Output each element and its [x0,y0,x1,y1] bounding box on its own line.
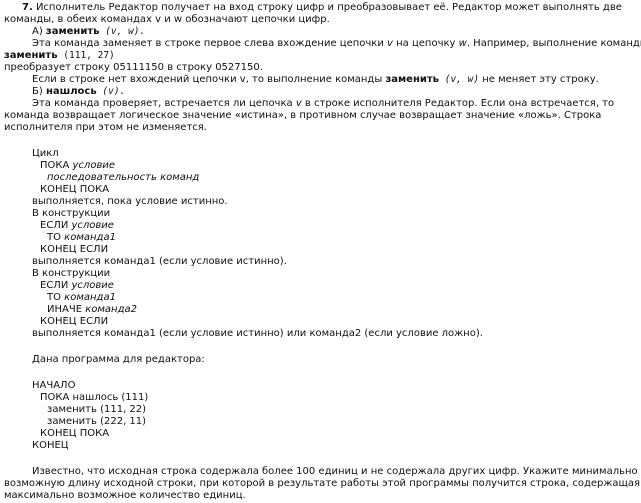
else-command: команда2 [85,304,137,315]
then-command: команда1 [64,232,116,243]
loop-construct-title: Цикл [32,148,59,159]
command-b-description-2: команда возвращает логическое значение «… [4,110,602,121]
loop-while-condition: условие [72,160,115,171]
program-line-while: ПОКА нашлось (111) [40,392,149,403]
command-a-desc-part: на цепочку [392,38,459,49]
problem-number: 7. [22,2,33,13]
document-page: 7. Исполнитель Редактор получает на вход… [0,0,641,503]
program-intro: Дана программа для редактора: [32,354,205,365]
command-a-example-result: преобразует строку 05111150 в строку 052… [4,62,263,73]
command-a-note-part: не меняет эту строку. [479,74,599,85]
command-b-desc-part: Эта команда проверяет, встречается ли це… [32,98,296,109]
command-a-name: заменить [45,26,100,37]
program-line-start: НАЧАЛО [32,380,76,391]
command-a-example-args: (111, 27) [57,50,115,61]
if-else-explanation: выполняется команда1 (если условие истин… [32,328,483,339]
if-else-if-keyword: ЕСЛИ [40,280,72,291]
if-condition: условие [71,220,114,231]
if-else-end-line: КОНЕЦ ЕСЛИ [40,316,109,327]
command-a-example-name: заменить [4,50,58,61]
command-a-heading: А) заменить (v, w). [32,26,145,38]
command-a-note: Если в строке нет вхождений цепочки v, т… [32,74,599,86]
program-line-end-while: КОНЕЦ ПОКА [40,428,110,439]
command-b-heading: Б) нашлось (v). [32,86,125,98]
else-line: ИНАЧЕ команда2 [47,304,137,316]
command-a-note-part: Если в строке нет вхождений цепочки v, т… [32,74,386,85]
problem-intro-text-1: Исполнитель Редактор получает на вход ст… [32,2,622,13]
question-line-3: максимально возможное количество единиц. [4,490,246,501]
if-else-then-command: команда1 [64,292,116,303]
command-a-note-name: заменить [385,74,439,85]
command-b-desc-part: в строке исполнителя Редактор. Если она … [301,98,615,109]
else-keyword: ИНАЧЕ [47,304,86,315]
if-construct-title: В конструкции [32,208,111,219]
command-b-description-3: исполнителя при этом не изменяется. [4,122,207,133]
if-end-line: КОНЕЦ ЕСЛИ [40,244,109,255]
then-line: ТО команда1 [47,232,116,244]
loop-while-keyword: ПОКА [40,160,73,171]
if-explanation: выполняется команда1 (если условие истин… [32,256,287,267]
question-line-2: возможную длину исходной строки, при кот… [4,478,641,489]
program-line-replace-1: заменить (111, 22) [47,404,147,415]
command-a-desc-w: w [458,38,467,49]
if-else-then-keyword: ТО [47,292,65,303]
command-a-prefix: А) [32,26,46,37]
command-a-desc-part: . Например, выполнение команды [466,38,641,49]
problem-intro-line-2: команды, в обеих командах v и w обознача… [4,14,330,25]
program-line-replace-2: заменить (222, 11) [47,416,147,427]
if-else-if-line: ЕСЛИ условие [40,280,114,292]
command-a-desc-part: Эта команда заменяет в строке первое сле… [32,38,388,49]
question-line-1: Известно, что исходная строка содержала … [32,466,638,477]
loop-while-line: ПОКА условие [40,160,115,172]
command-a-note-args: (v, w) [439,74,480,85]
if-line: ЕСЛИ условие [40,220,114,232]
command-b-args: (v). [96,86,126,97]
if-else-then-line: ТО команда1 [47,292,116,304]
if-keyword: ЕСЛИ [40,220,72,231]
command-b-name: нашлось [45,86,97,97]
if-else-condition: условие [71,280,114,291]
loop-explanation: выполняется, пока условие истинно. [32,196,228,207]
command-a-args: (v, w). [99,26,146,37]
command-a-example: заменить (111, 27) [4,50,115,62]
then-keyword: ТО [47,232,65,243]
command-a-description: Эта команда заменяет в строке первое сле… [32,38,641,50]
command-b-description-1: Эта команда проверяет, встречается ли це… [32,98,614,110]
program-line-end: КОНЕЦ [32,440,69,451]
problem-intro-line-1: 7. Исполнитель Редактор получает на вход… [22,2,622,14]
loop-body-line: последовательность команд [47,172,200,183]
command-b-prefix: Б) [32,86,46,97]
if-else-construct-title: В конструкции [32,268,111,279]
loop-end-line: КОНЕЦ ПОКА [40,184,110,195]
